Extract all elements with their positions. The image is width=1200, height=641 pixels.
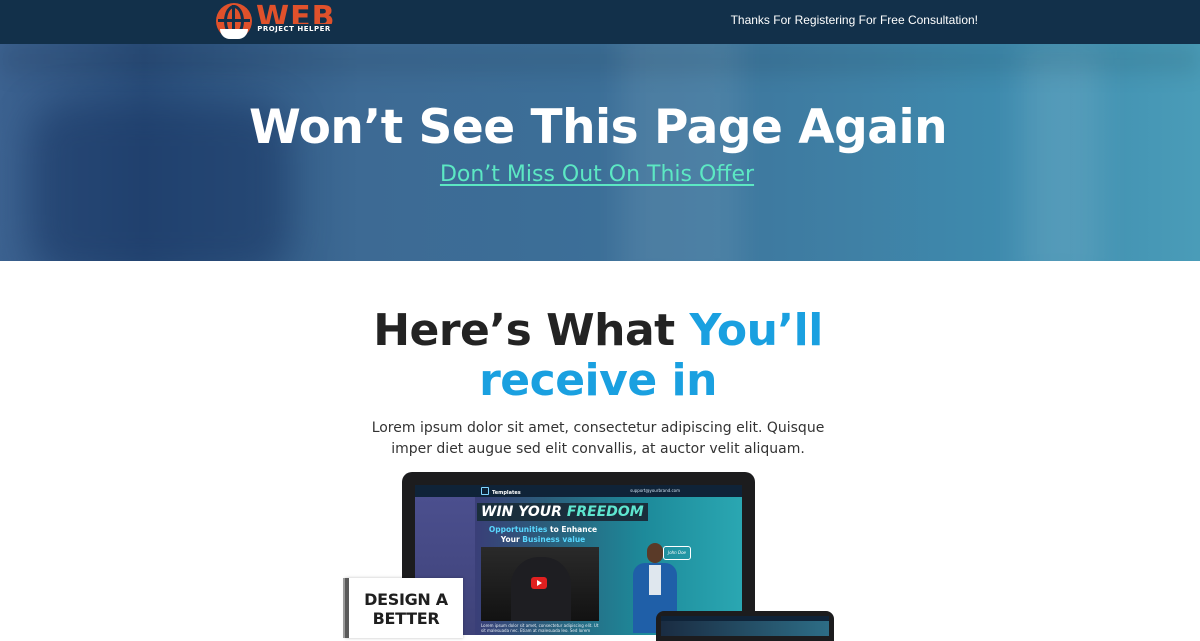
person-shirt — [649, 565, 661, 595]
ebook-title: DESIGN A BETTER — [364, 590, 448, 628]
mockup-title-text: WIN YOUR — [481, 504, 567, 520]
mockup-subtitle-highlight: Opportunities — [488, 525, 548, 534]
mockup-video-thumbnail — [481, 547, 599, 621]
section-headline: Here’s What You’ll receive in — [300, 306, 896, 406]
tablet-screen — [661, 616, 829, 636]
mockup-video-caption: Lorem ipsum dolor sit amet, consectetur … — [481, 623, 599, 633]
hero-background-shape — [0, 44, 1200, 74]
mockup-brand: Templates — [481, 487, 521, 497]
person-head — [647, 543, 663, 563]
play-icon — [531, 577, 547, 589]
hero-banner: Won’t See This Page Again Don’t Miss Out… — [0, 44, 1200, 261]
top-navigation-bar: WEB PROJECT HELPER Thanks For Registerin… — [0, 0, 1200, 44]
section-description: Lorem ipsum dolor sit amet, consectetur … — [371, 420, 825, 457]
mockup-subtitle-text: Your — [500, 535, 523, 544]
mockup-contact-email: support@yourbrand.com — [630, 488, 680, 493]
tablet-mockup — [656, 611, 834, 641]
mockup-signature: John Doe — [663, 546, 691, 560]
headline-accent: You’ll — [689, 305, 824, 356]
mockup-title: WIN YOUR FREEDOM — [477, 503, 648, 521]
hand-icon — [220, 29, 248, 39]
ebook-cover-mockup: DESIGN A BETTER — [345, 578, 463, 638]
mockup-subtitle: Opportunities to Enhance Your Business va… — [483, 525, 603, 545]
mockup-title-highlight: FREEDOM — [566, 504, 644, 520]
tablet-navbar — [661, 616, 829, 621]
registration-thanks-message: Thanks For Registering For Free Consulta… — [730, 13, 978, 27]
mockup-navbar: Templates support@yourbrand.com — [415, 485, 742, 497]
mockup-subtitle-text: to Enhance — [547, 525, 598, 534]
headline-text: Here’s What — [373, 305, 690, 356]
headline-accent: receive in — [479, 355, 717, 406]
mockup-subtitle-highlight: Business value — [522, 535, 586, 544]
hero-title: Won’t See This Page Again — [248, 100, 948, 155]
logo-subtitle: PROJECT HELPER — [256, 24, 332, 34]
offer-link[interactable]: Don’t Miss Out On This Offer — [440, 162, 754, 187]
offer-link-wrapper: Don’t Miss Out On This Offer — [0, 160, 1194, 190]
web-project-helper-logo[interactable]: WEB PROJECT HELPER — [214, 1, 334, 41]
